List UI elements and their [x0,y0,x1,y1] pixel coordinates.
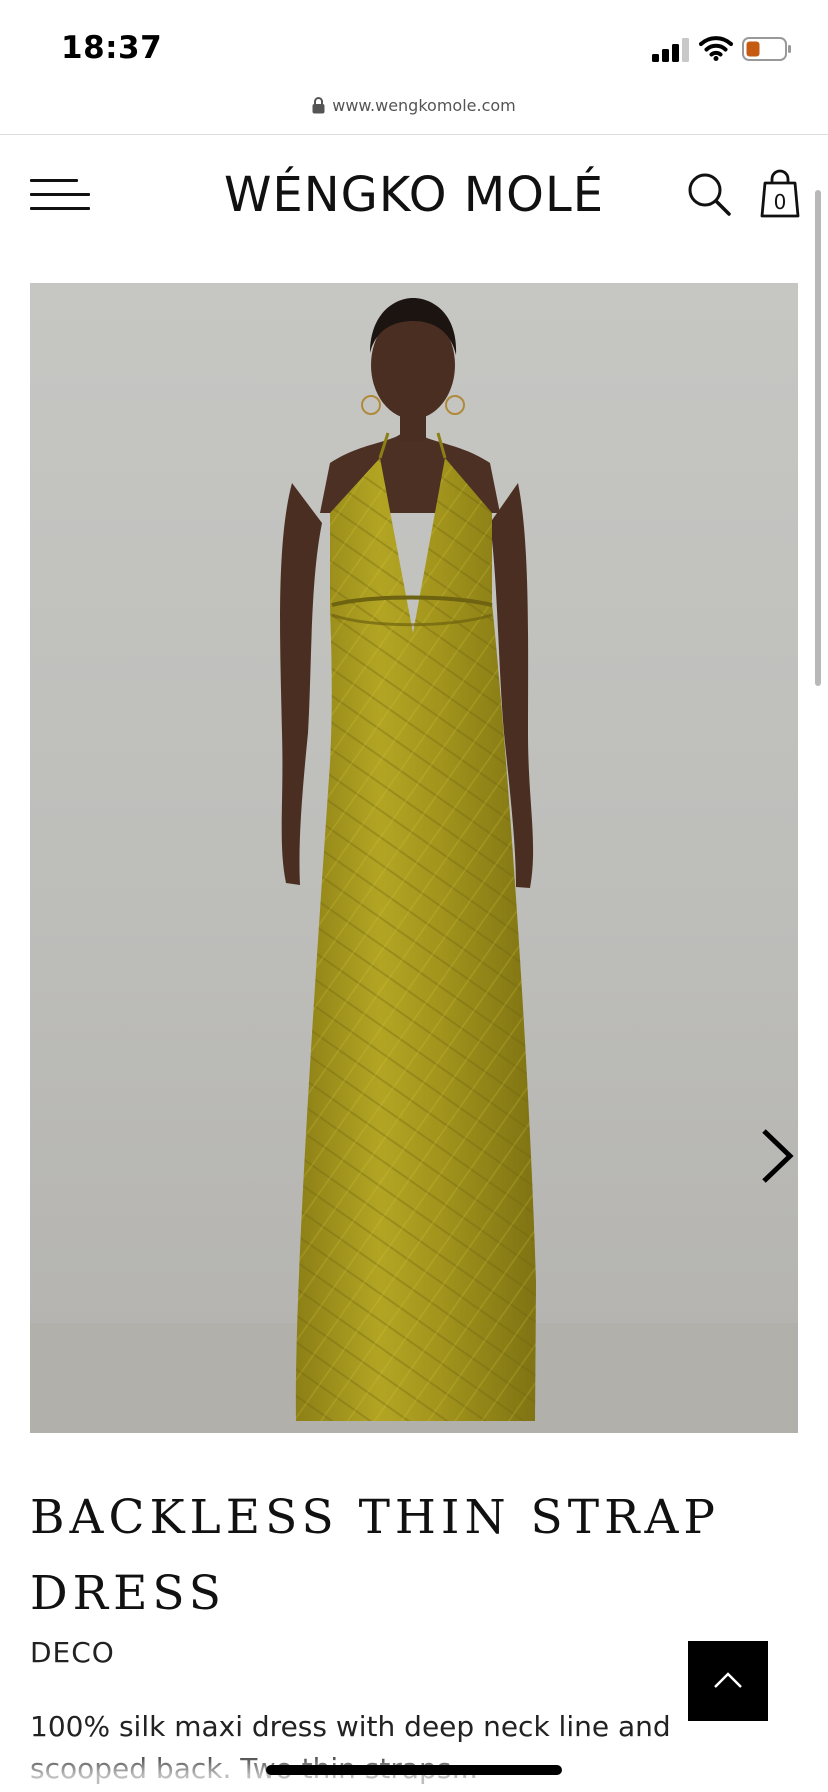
product-image[interactable] [30,283,798,1433]
page-scrollbar[interactable] [815,190,821,686]
status-time: 18:37 [61,30,163,66]
cellular-signal-icon [652,38,690,62]
model-figure [30,298,798,1433]
scroll-to-top-button[interactable] [688,1641,768,1721]
address-bar[interactable]: www.wengkomole.com [0,94,828,134]
lock-icon [312,97,325,114]
search-icon[interactable] [686,171,732,217]
cart-count: 0 [773,190,787,214]
home-indicator[interactable] [266,1765,562,1775]
status-bar: 18:37 [0,0,828,94]
product-collection: DECO [30,1636,115,1669]
product-title: BACKLESS THIN STRAP DRESS [30,1490,721,1621]
chevron-right-icon[interactable] [752,1121,798,1191]
shopping-bag-icon[interactable]: 0 [759,169,801,219]
battery-icon [742,37,791,61]
chevron-up-icon [714,1672,742,1688]
wifi-icon [699,36,733,61]
site-header: WÉNGKO MOLÉ 0 [0,135,828,255]
url-text: www.wengkomole.com [332,96,516,115]
